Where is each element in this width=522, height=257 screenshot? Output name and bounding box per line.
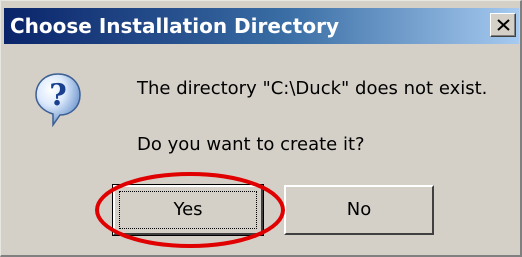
dialog-window: Choose Installation Directory ? The dire… <box>0 0 522 257</box>
yes-button[interactable]: Yes <box>112 184 264 236</box>
focus-rectangle <box>119 191 257 229</box>
question-icon: ? <box>35 73 81 127</box>
svg-text:?: ? <box>49 78 67 113</box>
title-bar[interactable]: Choose Installation Directory <box>4 8 519 44</box>
close-icon <box>497 19 510 31</box>
no-button[interactable]: No <box>284 185 434 235</box>
message-line-directory: The directory "C:\Duck" does not exist. <box>137 78 488 99</box>
message-line-question: Do you want to create it? <box>137 134 365 155</box>
window-title: Choose Installation Directory <box>10 14 339 38</box>
no-button-label: No <box>346 199 372 220</box>
close-button[interactable] <box>490 13 516 37</box>
